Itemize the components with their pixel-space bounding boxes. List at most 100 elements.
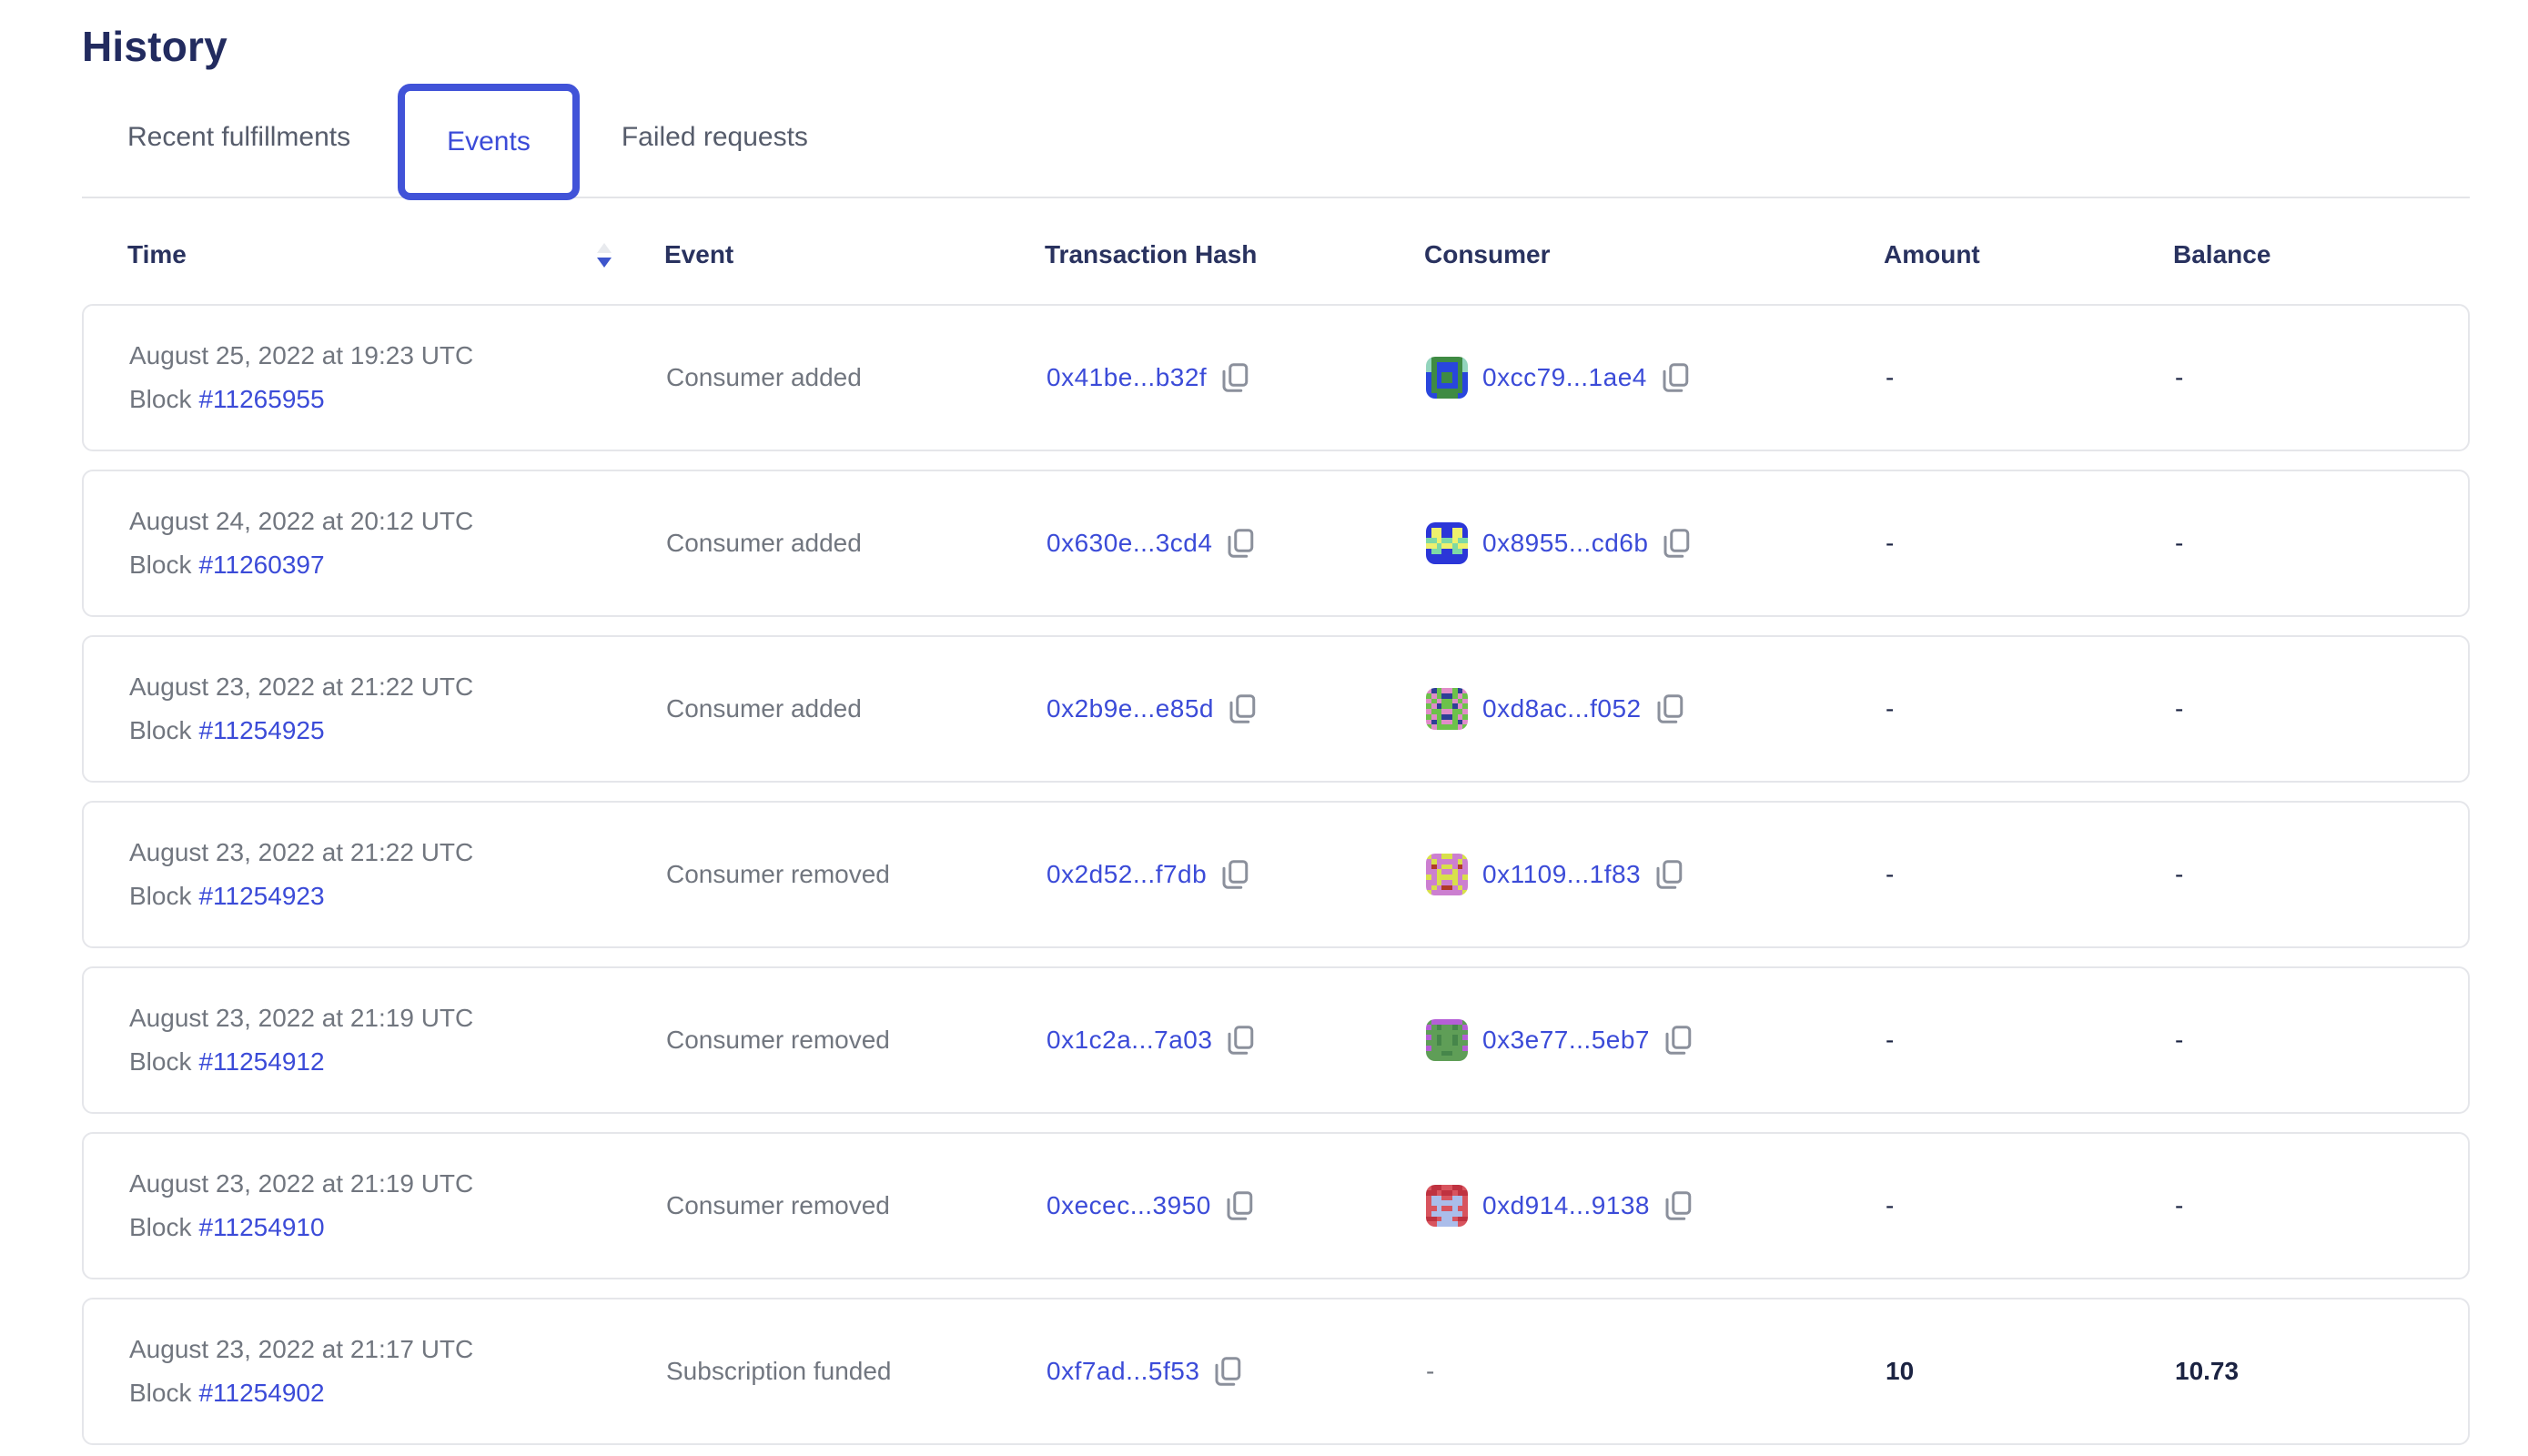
- copy-icon: [1656, 693, 1684, 724]
- consumer-address-link[interactable]: 0x1109...1f83: [1482, 860, 1641, 889]
- copy-consumer-address-button[interactable]: [1662, 362, 1689, 393]
- balance-header-label: Balance: [2173, 240, 2270, 269]
- avatar-pixel: [1462, 559, 1468, 564]
- copy-consumer-address-button[interactable]: [1664, 1190, 1692, 1221]
- event-cell: Consumer added: [666, 694, 1047, 723]
- copy-transaction-hash-button[interactable]: [1221, 859, 1249, 890]
- table-row: August 25, 2022 at 19:23 UTC Block#11265…: [82, 304, 2470, 451]
- avatar-pixel: [1462, 724, 1468, 730]
- event-cell: Consumer added: [666, 363, 1047, 392]
- block-label: Block: [129, 882, 191, 910]
- block-number-link[interactable]: #11254912: [198, 1047, 324, 1076]
- copy-transaction-hash-button[interactable]: [1226, 1190, 1253, 1221]
- block-number-link[interactable]: #11254925: [198, 716, 324, 744]
- tab-failed-requests[interactable]: Failed requests: [622, 122, 808, 153]
- balance-cell: -: [2175, 529, 2468, 558]
- balance-cell: -: [2175, 363, 2468, 392]
- amount-cell: -: [1886, 529, 2175, 558]
- time-cell: August 23, 2022 at 21:22 UTC Block#11254…: [129, 672, 666, 745]
- block-line: Block#11254925: [129, 716, 666, 745]
- block-number-link[interactable]: #11254923: [198, 882, 324, 910]
- consumer-address-link[interactable]: 0x8955...cd6b: [1482, 529, 1648, 558]
- transaction-hash-link[interactable]: 0x2d52...f7db: [1047, 860, 1207, 889]
- transaction-hash-link[interactable]: 0x2b9e...e85d: [1047, 694, 1214, 723]
- consumer-header-label: Consumer: [1424, 240, 1550, 269]
- balance-cell: -: [2175, 1191, 2468, 1220]
- sort-down-triangle-icon: [597, 258, 612, 268]
- consumer-address-link[interactable]: 0xd8ac...f052: [1482, 694, 1642, 723]
- tx-header-label: Transaction Hash: [1045, 240, 1257, 269]
- consumer-cell: 0xcc79...1ae4: [1426, 357, 1886, 399]
- timestamp-text: August 23, 2022 at 21:19 UTC: [129, 1169, 666, 1198]
- consumer-identicon-avatar: [1426, 1019, 1468, 1061]
- copy-icon: [1229, 693, 1256, 724]
- block-line: Block#11254910: [129, 1213, 666, 1242]
- consumer-address-link[interactable]: 0xd914...9138: [1482, 1191, 1650, 1220]
- column-header-event: Event: [664, 240, 1045, 269]
- consumer-empty-dash: -: [1426, 1357, 1434, 1386]
- time-cell: August 23, 2022 at 21:19 UTC Block#11254…: [129, 1169, 666, 1242]
- copy-consumer-address-button[interactable]: [1655, 859, 1683, 890]
- timestamp-text: August 24, 2022 at 20:12 UTC: [129, 507, 666, 536]
- block-line: Block#11265955: [129, 385, 666, 414]
- transaction-hash-link[interactable]: 0x630e...3cd4: [1047, 529, 1212, 558]
- tab-recent-fulfillments[interactable]: Recent fulfillments: [127, 122, 350, 153]
- timestamp-text: August 23, 2022 at 21:19 UTC: [129, 1004, 666, 1033]
- table-row: August 23, 2022 at 21:22 UTC Block#11254…: [82, 635, 2470, 783]
- transaction-hash-link[interactable]: 0xecec...3950: [1047, 1191, 1211, 1220]
- block-label: Block: [129, 1213, 191, 1241]
- block-label: Block: [129, 716, 191, 744]
- copy-transaction-hash-button[interactable]: [1221, 362, 1249, 393]
- column-header-balance: Balance: [2173, 240, 2470, 269]
- block-label: Block: [129, 551, 191, 579]
- consumer-cell: 0xd8ac...f052: [1426, 688, 1886, 730]
- sort-descending-icon[interactable]: [597, 243, 612, 268]
- copy-transaction-hash-button[interactable]: [1229, 693, 1256, 724]
- amount-cell: -: [1886, 694, 2175, 723]
- column-header-time[interactable]: Time: [127, 240, 664, 269]
- table-row: August 23, 2022 at 21:19 UTC Block#11254…: [82, 1132, 2470, 1279]
- copy-transaction-hash-button[interactable]: [1227, 1025, 1254, 1056]
- consumer-address-link[interactable]: 0xcc79...1ae4: [1482, 363, 1647, 392]
- consumer-cell: 0x1109...1f83: [1426, 854, 1886, 895]
- transaction-hash-link[interactable]: 0x1c2a...7a03: [1047, 1026, 1212, 1055]
- avatar-pixel: [1462, 1221, 1468, 1227]
- transaction-hash-link[interactable]: 0x41be...b32f: [1047, 363, 1207, 392]
- transaction-hash-cell: 0x1c2a...7a03: [1047, 1025, 1426, 1056]
- transaction-hash-cell: 0xecec...3950: [1047, 1190, 1426, 1221]
- copy-icon: [1214, 1356, 1241, 1387]
- transaction-hash-link[interactable]: 0xf7ad...5f53: [1047, 1357, 1199, 1386]
- avatar-pixel: [1462, 890, 1468, 895]
- block-number-link[interactable]: #11254910: [198, 1213, 324, 1241]
- copy-transaction-hash-button[interactable]: [1227, 528, 1254, 559]
- consumer-cell: 0xd914...9138: [1426, 1185, 1886, 1227]
- time-cell: August 25, 2022 at 19:23 UTC Block#11265…: [129, 341, 666, 414]
- table-row: August 23, 2022 at 21:22 UTC Block#11254…: [82, 801, 2470, 948]
- copy-consumer-address-button[interactable]: [1664, 1025, 1692, 1056]
- time-cell: August 24, 2022 at 20:12 UTC Block#11260…: [129, 507, 666, 580]
- block-line: Block#11254902: [129, 1379, 666, 1408]
- block-number-link[interactable]: #11265955: [198, 385, 324, 413]
- copy-consumer-address-button[interactable]: [1663, 528, 1690, 559]
- tab-events[interactable]: Events: [398, 84, 580, 200]
- copy-consumer-address-button[interactable]: [1656, 693, 1684, 724]
- copy-icon: [1227, 1025, 1254, 1056]
- block-label: Block: [129, 1379, 191, 1407]
- copy-icon: [1221, 859, 1249, 890]
- copy-icon: [1664, 1190, 1692, 1221]
- block-number-link[interactable]: #11260397: [198, 551, 324, 579]
- copy-icon: [1227, 528, 1254, 559]
- balance-cell: 10.73: [2175, 1357, 2468, 1386]
- column-header-amount: Amount: [1884, 240, 2173, 269]
- amount-cell: 10: [1886, 1357, 2175, 1386]
- transaction-hash-cell: 0x2d52...f7db: [1047, 859, 1426, 890]
- amount-cell: -: [1886, 1191, 2175, 1220]
- balance-cell: -: [2175, 694, 2468, 723]
- consumer-cell: 0x3e77...5eb7: [1426, 1019, 1886, 1061]
- copy-icon: [1226, 1190, 1253, 1221]
- block-number-link[interactable]: #11254902: [198, 1379, 324, 1407]
- amount-cell: -: [1886, 860, 2175, 889]
- copy-transaction-hash-button[interactable]: [1214, 1356, 1241, 1387]
- consumer-cell: 0x8955...cd6b: [1426, 522, 1886, 564]
- consumer-address-link[interactable]: 0x3e77...5eb7: [1482, 1026, 1650, 1055]
